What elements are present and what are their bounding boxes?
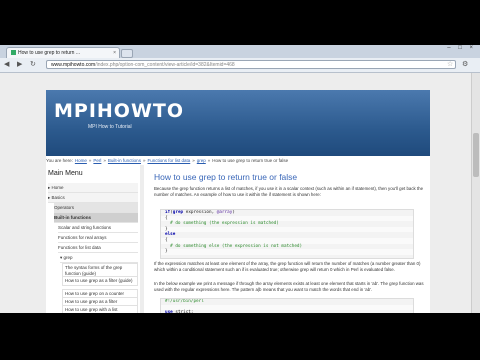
menu-title: Main Menu: [48, 170, 83, 177]
sidebar-item[interactable]: Built-in functions: [54, 213, 138, 223]
code-block-if: if(grep expression, @array){ # do someth…: [160, 209, 414, 259]
sidebar-item[interactable]: How to use grep with a list: [62, 305, 138, 313]
sidebar-item[interactable]: Operators: [54, 203, 138, 213]
site-logo[interactable]: MPIHOWTO: [54, 100, 184, 122]
sidebar-item[interactable]: ▾ grep: [60, 253, 138, 263]
code-line: use strict;: [165, 310, 194, 313]
article-title: How to use grep to return true or false: [154, 172, 298, 182]
article-content: How to use grep to return true or false …: [144, 165, 430, 313]
paragraph-example: In the below example we print a message …: [154, 281, 424, 292]
settings-wrench-icon[interactable]: ⚙: [462, 60, 468, 68]
bookmark-star-icon[interactable]: ☆: [447, 60, 453, 68]
sidebar-item[interactable]: How to use grep as a filter (guide): [62, 276, 138, 286]
breadcrumb-separator: »: [103, 158, 106, 163]
new-tab-button[interactable]: [121, 49, 133, 58]
sidebar-item[interactable]: ▸ Home: [48, 183, 138, 193]
sidebar-item[interactable]: Scalar and string functions: [58, 223, 138, 233]
sidebar-item[interactable]: Functions for real arrays: [58, 233, 138, 243]
forward-icon[interactable]: ▶: [17, 61, 22, 69]
breadcrumb-link[interactable]: Built-in functions: [108, 158, 141, 163]
site-banner: MPIHOWTO MPI How to Tutorial: [46, 90, 430, 156]
paragraph-explain: If the expression matches at least one e…: [154, 261, 421, 272]
code-block-example: #!/usr/bin/perl use strict;use warnings;…: [160, 298, 414, 313]
breadcrumb-separator: »: [142, 158, 146, 163]
favicon-icon: [11, 50, 16, 55]
browser-toolbar: ◀ ▶ ↻ www.mpihowto.com/index.php/option-…: [0, 58, 480, 73]
browser-window: How to use grep to return ... × – □ × ◀ …: [0, 45, 480, 313]
url-domain: www.mpihowto.com: [51, 62, 96, 68]
main-menu: Main Menu ▸ Home ▸ Basics Operators Built-i…: [46, 165, 140, 313]
breadcrumb-separator: »: [207, 158, 211, 163]
breadcrumb-link[interactable]: grep: [197, 158, 206, 163]
breadcrumb-separator: »: [88, 158, 92, 163]
breadcrumb-link[interactable]: Perl: [93, 158, 101, 163]
window-controls[interactable]: – □ ×: [447, 45, 476, 51]
url-path: /index.php/option-com_content/view-artic…: [95, 62, 235, 68]
scrollbar-thumb[interactable]: [473, 133, 479, 177]
breadcrumb-text: You are here:: [46, 158, 73, 163]
tab-title: How to use grep to return ...: [18, 50, 80, 56]
breadcrumb-link[interactable]: Functions for list data: [147, 158, 190, 163]
address-bar[interactable]: www.mpihowto.com/index.php/option-com_co…: [46, 60, 456, 69]
sidebar-item[interactable]: ▸ Basics: [48, 193, 138, 203]
back-icon[interactable]: ◀: [4, 61, 9, 69]
sidebar-item[interactable]: Functions for list data: [58, 243, 138, 253]
breadcrumb-separator: »: [192, 158, 195, 163]
paragraph-intro: Because the grep function returns a list…: [154, 186, 424, 197]
breadcrumb-text: How to use grep to return true or false: [212, 158, 289, 163]
breadcrumb: You are here: Home» Perl» Built-in function…: [46, 156, 430, 165]
vertical-scrollbar[interactable]: [471, 73, 480, 313]
tab-bar: How to use grep to return ... × – □ ×: [0, 45, 480, 59]
breadcrumb-link[interactable]: Home: [75, 158, 87, 163]
reload-icon[interactable]: ↻: [30, 61, 36, 69]
site-tagline: MPI How to Tutorial: [88, 124, 132, 130]
code-line: }: [161, 249, 413, 255]
